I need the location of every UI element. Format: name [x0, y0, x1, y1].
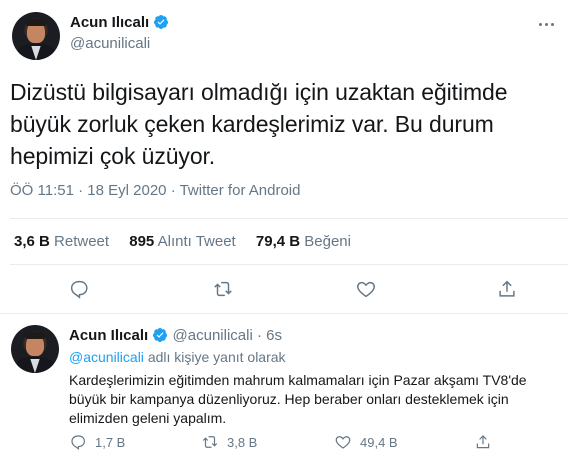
meta-separator: · — [78, 182, 84, 199]
tweet-actions — [10, 278, 568, 306]
reply-share-button[interactable] — [474, 433, 492, 451]
tweet-date[interactable]: 18 Eyl 2020 — [87, 182, 166, 199]
tweet-text: Dizüstü bilgisayarı olmadığı için uzakta… — [10, 79, 508, 169]
retweet-icon[interactable] — [212, 278, 236, 302]
reply-like-button[interactable]: 49,4 B — [334, 433, 398, 451]
verified-badge-icon — [153, 328, 168, 342]
like-count: 49,4 B — [360, 434, 398, 450]
divider — [10, 218, 568, 219]
reply-text: Kardeşlerimizin eğitimden mahrum kalmama… — [69, 372, 527, 426]
reply-retweet-button[interactable]: 3,8 B — [201, 433, 257, 451]
reply-header: Acun Ilıcalı @acunilicali · 6s — [69, 327, 282, 344]
reply-actions: 1,7 B 3,8 B 49,4 B — [69, 433, 568, 453]
verified-badge-icon — [154, 15, 169, 29]
retweets-stat[interactable]: 3,6 B Retweet — [14, 233, 109, 250]
tweet-meta: ÖÖ 11:51 · 18 Eyl 2020 · Twitter for And… — [10, 182, 300, 199]
author-name[interactable]: Acun Ilıcalı — [70, 14, 169, 31]
retweet-count: 3,8 B — [227, 434, 258, 450]
reply-count: 1,7 B — [95, 434, 126, 450]
reply-mention-link[interactable]: @acunilicali — [69, 349, 144, 365]
author-avatar[interactable] — [12, 12, 60, 60]
more-icon[interactable] — [536, 18, 556, 30]
tweet-time[interactable]: ÖÖ 11:51 — [10, 182, 74, 199]
tweet-source[interactable]: Twitter for Android — [180, 182, 301, 199]
reply-separator: · — [256, 327, 262, 344]
tweet-stats: 3,6 B Retweet 895 Alıntı Tweet 79,4 B Be… — [14, 233, 367, 250]
likes-stat[interactable]: 79,4 B Beğeni — [256, 233, 351, 250]
quotes-stat[interactable]: 895 Alıntı Tweet — [129, 233, 235, 250]
heart-icon — [335, 436, 351, 449]
replying-to: @acunilicali adlı kişiye yanıt olarak — [69, 349, 286, 365]
reply-icon — [71, 435, 85, 450]
reply-age[interactable]: 6s — [266, 327, 282, 344]
heart-icon[interactable] — [355, 278, 379, 302]
retweet-icon — [202, 436, 218, 448]
reply-reply-button[interactable]: 1,7 B — [69, 433, 125, 451]
divider — [10, 264, 568, 265]
reply-author-avatar[interactable] — [11, 325, 59, 373]
share-icon[interactable] — [496, 278, 520, 302]
author-name-text[interactable]: Acun Ilıcalı — [70, 14, 149, 31]
meta-separator: · — [170, 182, 176, 199]
share-icon — [476, 435, 490, 449]
reply-icon[interactable] — [68, 278, 92, 302]
author-handle[interactable]: @acunilicali — [70, 35, 150, 52]
divider — [0, 313, 568, 314]
reply-author-name[interactable]: Acun Ilıcalı — [69, 327, 148, 344]
reply-author-handle[interactable]: @acunilicali — [173, 327, 253, 344]
reply-suffix: adlı kişiye yanıt olarak — [147, 349, 286, 365]
